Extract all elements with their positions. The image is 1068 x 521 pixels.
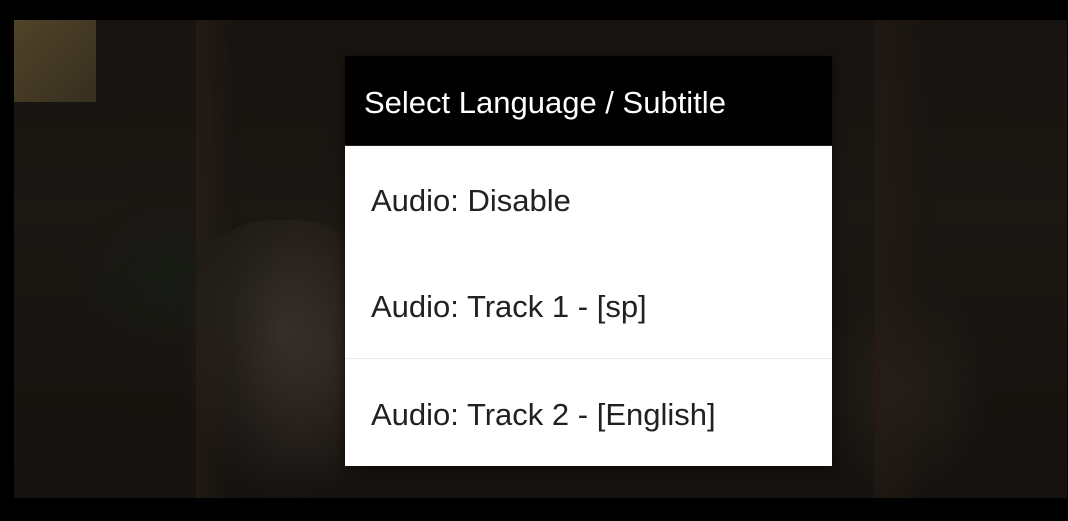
background-lamp bbox=[14, 20, 96, 102]
option-audio-track-1[interactable]: Audio: Track 1 - [sp] bbox=[345, 252, 832, 359]
video-player-screen: Select Language / Subtitle Audio: Disabl… bbox=[0, 0, 1068, 521]
dialog-title: Select Language / Subtitle bbox=[364, 85, 726, 120]
option-label: Audio: Track 2 - [English] bbox=[371, 397, 716, 432]
language-subtitle-dialog: Select Language / Subtitle Audio: Disabl… bbox=[345, 56, 832, 466]
option-label: Audio: Disable bbox=[371, 183, 571, 218]
dialog-header: Select Language / Subtitle bbox=[345, 56, 832, 146]
option-audio-disable[interactable]: Audio: Disable bbox=[345, 146, 832, 252]
background-pillar-right bbox=[874, 20, 934, 498]
option-label: Audio: Track 1 - [sp] bbox=[371, 289, 647, 324]
option-audio-track-2[interactable]: Audio: Track 2 - [English] bbox=[345, 359, 832, 466]
